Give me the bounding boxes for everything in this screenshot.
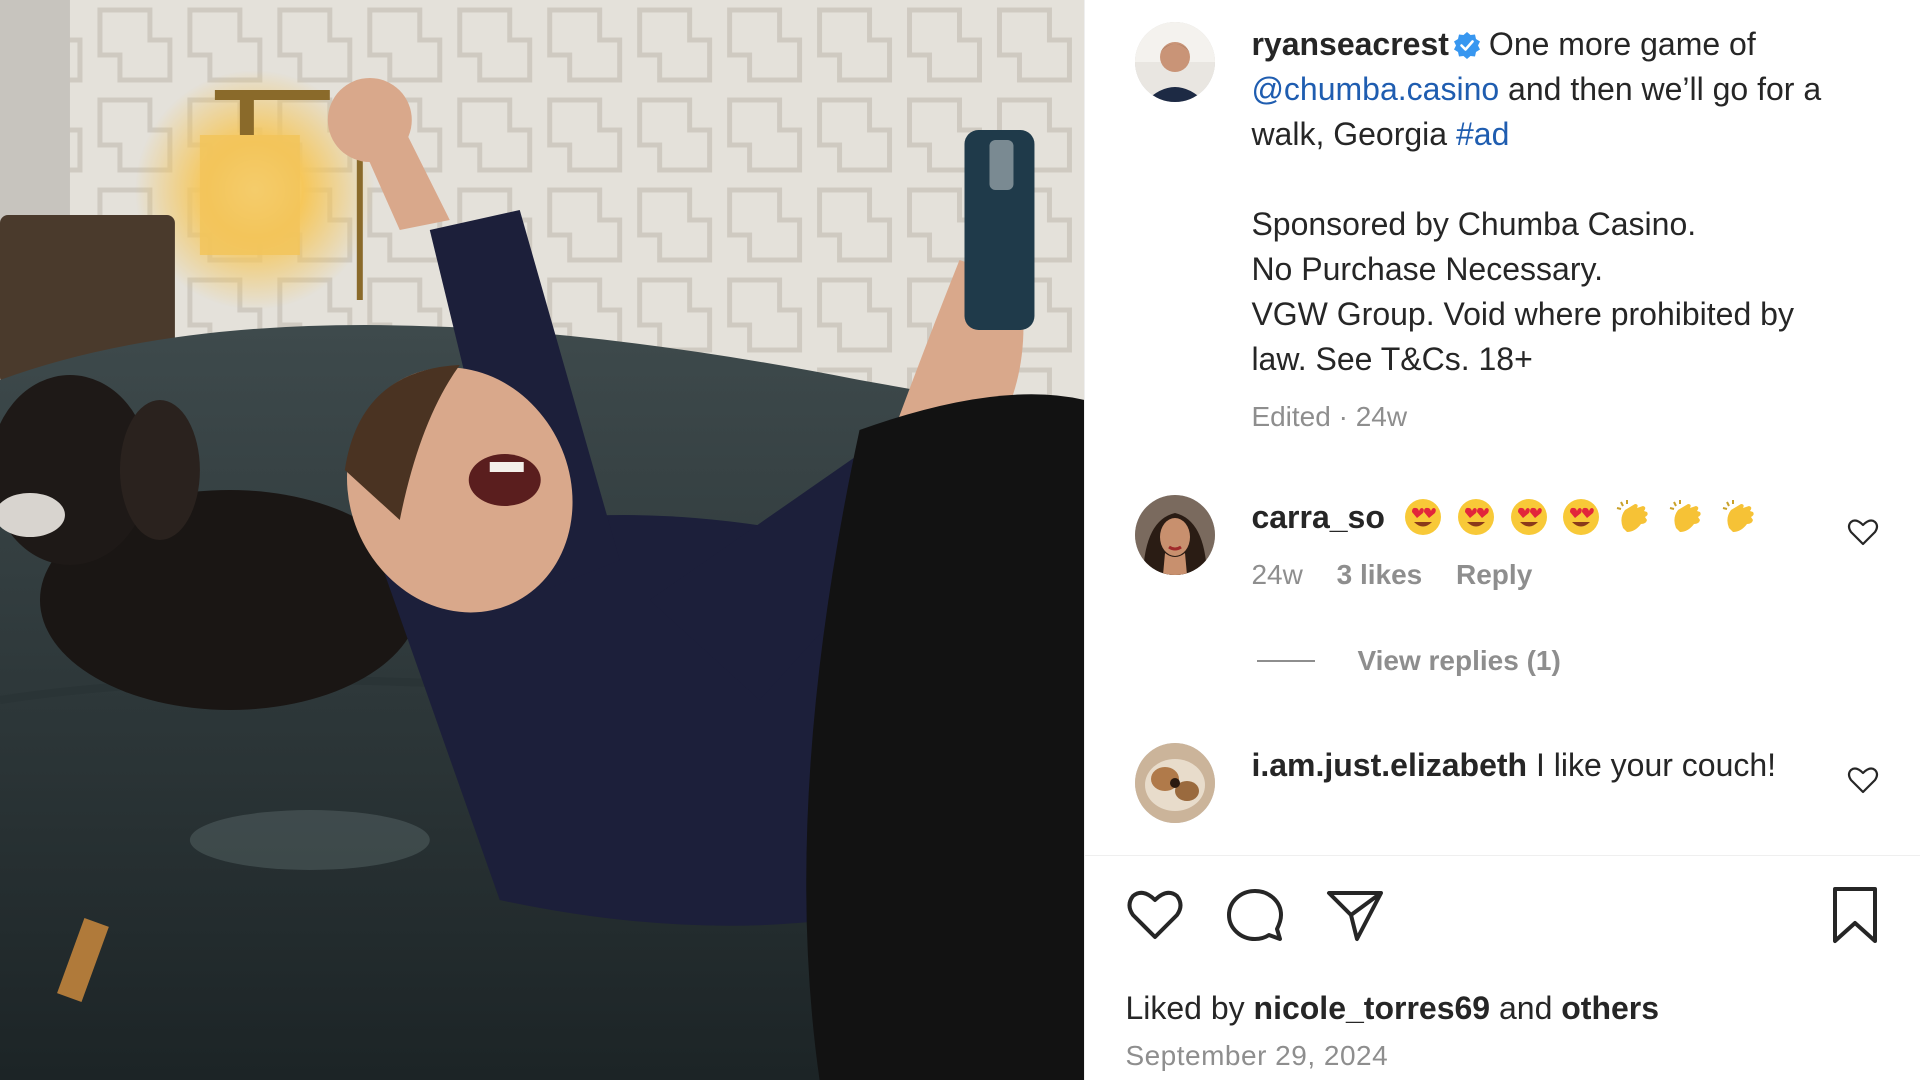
likes-middle: and: [1498, 990, 1553, 1026]
post-action-bar: [1125, 885, 1885, 955]
sponsor-line: No Purchase Necessary.: [1251, 251, 1603, 287]
heart-eyes-emoji-icon: [1404, 499, 1441, 535]
view-replies-line: [1257, 660, 1316, 662]
comment-username[interactable]: i.am.just.elizabeth: [1251, 747, 1527, 783]
comment-item: carra_so 24w 3 likes Reply: [1251, 495, 1851, 597]
caption-mention-link[interactable]: @chumba.casino: [1251, 71, 1499, 107]
comment-actions: 24w 3 likes Reply: [1251, 552, 1851, 597]
clapping-emoji-icon: [1669, 500, 1701, 532]
comment-reply-button[interactable]: Reply: [1456, 559, 1532, 590]
heart-icon[interactable]: [1125, 885, 1185, 945]
likes-summary: Liked by nicole_torres69 and others: [1125, 990, 1659, 1027]
sponsor-line: VGW Group. Void where prohibited by law.…: [1251, 296, 1794, 377]
heart-eyes-emoji-icon: [1457, 499, 1494, 535]
instagram-post: ryanseacrest One more game of @chumba.cas…: [0, 0, 1920, 1080]
photo-illustration: [0, 0, 1085, 1080]
comment-emojis: [1404, 499, 1765, 535]
post-side-panel: ryanseacrest One more game of @chumba.cas…: [1084, 0, 1920, 1080]
post-caption: ryanseacrest One more game of @chumba.cas…: [1251, 22, 1851, 439]
bookmark-icon[interactable]: [1825, 885, 1885, 945]
comment-like-heart-icon[interactable]: [1847, 764, 1879, 796]
comment-text: I like your couch!: [1535, 747, 1777, 783]
comment-item: i.am.just.elizabeth I like your couch!: [1251, 743, 1851, 788]
commenter-avatar-image: [1135, 495, 1216, 575]
comment-like-heart-icon[interactable]: [1847, 516, 1879, 548]
post-date: September 29, 2024: [1125, 1040, 1389, 1071]
author-username[interactable]: ryanseacrest: [1251, 26, 1448, 62]
commenter-avatar[interactable]: [1135, 495, 1216, 575]
verified-badge-icon: [1453, 26, 1481, 59]
likes-prefix: Liked by: [1125, 990, 1245, 1026]
comment-likes-count[interactable]: 3 likes: [1337, 559, 1423, 590]
likes-others-link[interactable]: others: [1561, 990, 1659, 1026]
commenter-avatar-image: [1135, 743, 1216, 823]
comment-time: 24w: [1251, 559, 1303, 590]
liked-by-username[interactable]: nicole_torres69: [1254, 990, 1491, 1026]
comment-icon[interactable]: [1225, 885, 1285, 945]
commenter-avatar[interactable]: [1135, 743, 1216, 823]
caption-hashtag-link[interactable]: #ad: [1456, 116, 1509, 152]
view-replies-button[interactable]: View replies (1): [1257, 645, 1561, 677]
caption-text-start: One more game of: [1488, 26, 1756, 62]
comment-username[interactable]: carra_so: [1251, 499, 1384, 535]
post-meta-edited-time: Edited · 24w: [1251, 401, 1408, 432]
post-photo[interactable]: [0, 0, 1085, 1080]
sponsor-disclaimer: Sponsored by Chumba Casino. No Purchase …: [1251, 202, 1851, 382]
comments-section[interactable]: ryanseacrest One more game of @chumba.cas…: [1085, 0, 1920, 856]
author-avatar-image: [1135, 22, 1216, 102]
heart-eyes-emoji-icon: [1510, 499, 1547, 535]
author-avatar[interactable]: [1135, 22, 1216, 102]
view-replies-label: View replies (1): [1357, 645, 1561, 676]
share-icon[interactable]: [1325, 885, 1385, 945]
heart-eyes-emoji-icon: [1563, 499, 1600, 535]
clapping-emoji-icon: [1617, 500, 1648, 532]
clapping-emoji-icon: [1722, 500, 1754, 532]
sponsor-line: Sponsored by Chumba Casino.: [1251, 206, 1697, 242]
